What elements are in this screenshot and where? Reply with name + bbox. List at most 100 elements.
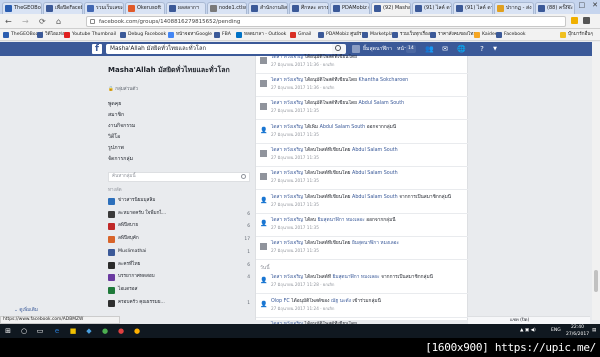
browser-tab[interactable]: Okerusoft — [125, 2, 165, 14]
task-view-icon[interactable]: ▭ — [35, 326, 45, 336]
tray-icons[interactable]: ▲ ▣ ◀) — [520, 324, 536, 338]
bookmark-item[interactable]: Youtube Thumbnail — [64, 31, 116, 39]
shortcut-item[interactable]: ลพิปีสบาย 6 — [108, 221, 250, 232]
reload-icon[interactable]: ⟳ — [39, 16, 46, 27]
edge-icon[interactable]: e — [52, 326, 62, 336]
bookmark-item[interactable]: FBA — [214, 31, 231, 39]
menu-icon[interactable] — [583, 17, 590, 24]
browser-tab[interactable]: node1.ctlsu — [207, 2, 247, 14]
actor-link[interactable]: ไดสา หวังเจริญ — [271, 55, 303, 60]
browser-tab[interactable]: ศึกหละ ดราม่า — [289, 2, 329, 14]
store-icon[interactable]: ◆ — [84, 326, 94, 336]
bookmark-item[interactable]: หน้าจอหาGoogle — [168, 31, 212, 39]
shortcut-item[interactable]: Muslimathai 1 — [108, 247, 250, 258]
actor-link[interactable]: ไดสา หวังเจริญ — [271, 275, 303, 280]
shortcut-item[interactable]: ครอบครัว คุณธรรมย... 1 — [108, 298, 250, 309]
group-title[interactable]: Masha'Allah มัสยิดทั่วไทยและทั่วโลก — [108, 66, 248, 75]
shortcut-item[interactable]: ข่าวสารนิยมมุสลิม — [108, 196, 250, 207]
shortcut-item[interactable]: ลพิปีสบุคัก 17 — [108, 234, 250, 245]
bookmark-item[interactable]: บุ๊กมาร์กอื่นๆ — [560, 31, 593, 39]
help-icon[interactable]: ? — [478, 45, 486, 53]
close-icon[interactable]: ✕ — [592, 1, 598, 12]
group-nav-item[interactable]: พูดคุย — [108, 100, 121, 108]
shortcut-item[interactable]: ละครที่ไทย 6 — [108, 260, 250, 271]
group-nav-item[interactable]: วิดีโอ — [108, 133, 120, 141]
scrollbar-thumb[interactable] — [594, 270, 598, 292]
target-link[interactable]: ยิ้มสุดนาฬิกา หมงเลอะ — [333, 275, 380, 280]
group-nav-item[interactable]: รูปภาพ — [108, 144, 124, 152]
search-icon[interactable]: ○ — [19, 326, 29, 336]
file-explorer-icon[interactable]: ■ — [68, 326, 78, 336]
browser-tab[interactable]: เพื่อปิดFacebook — [43, 2, 83, 14]
shortcut-item[interactable]: บรรยากาศทดสอบ 4 — [108, 272, 250, 283]
actor-link[interactable]: ไดสา หวังเจริญ — [271, 218, 303, 223]
app-icon[interactable]: ● — [132, 326, 142, 336]
home-icon[interactable]: ⌂ — [56, 16, 61, 27]
bookmark-item[interactable]: Gmail — [290, 31, 311, 39]
star-icon[interactable] — [571, 17, 578, 24]
facebook-search-input[interactable]: Masha'Allah มัสยิดทั่วไทยและทั่วโลก — [106, 44, 334, 54]
actor-link[interactable]: ไดสา หวังเจริญ — [271, 171, 303, 176]
app-icon[interactable]: ● — [116, 326, 126, 336]
windows-start-icon[interactable]: ⊞ — [3, 326, 13, 336]
browser-tab[interactable]: รวมเว็บเลขเด็ด — [84, 2, 124, 14]
actor-link[interactable]: ไดสา หวังเจริญ — [271, 125, 303, 130]
actor-link[interactable]: Olop FC — [271, 299, 290, 304]
bookmark-item[interactable]: หลดมาลา - Outlook — [236, 31, 286, 39]
action-center-icon[interactable]: ▤ — [592, 324, 596, 338]
browser-tab[interactable]: (91) ไลค์ ดาวน์ — [412, 2, 452, 14]
browser-tab[interactable]: TheGEOBoard — [2, 2, 42, 14]
browser-tab[interactable]: สำนักงานอิส — [248, 2, 288, 14]
tray-language[interactable]: ENG — [551, 324, 561, 338]
actor-link[interactable]: ไดสา หวังเจริญ — [271, 101, 303, 106]
target-link[interactable]: Abdul Salam South — [320, 125, 366, 130]
browser-tab[interactable]: (92) Masha — [371, 2, 411, 14]
facebook-logo-icon[interactable]: f — [92, 44, 102, 54]
group-nav-item[interactable]: สมาชิก — [108, 111, 124, 119]
forward-icon[interactable]: → — [22, 16, 29, 27]
messages-icon[interactable]: ✉ — [441, 45, 449, 53]
target-link[interactable]: Abdul Salam South — [352, 171, 398, 176]
actor-link[interactable]: ไดสา หวังเจริญ — [271, 195, 303, 200]
bookmark-item[interactable]: วิดีโอแท่งกู — [37, 31, 67, 39]
browser-tab[interactable]: ปรากฏ - ส่ง — [494, 2, 534, 14]
minimize-icon[interactable]: — — [565, 1, 572, 12]
target-link[interactable]: Abdul Salam South — [352, 195, 398, 200]
see-more-link[interactable]: ⌄ ดูเพิ่มเติม — [14, 307, 38, 314]
group-search-input[interactable]: ค้นหากลุ่มนี้ — [108, 172, 250, 182]
shortcut-item[interactable]: ไอแดรอส — [108, 285, 250, 296]
chrome-icon[interactable]: ● — [100, 326, 110, 336]
actor-link[interactable]: ไดสา หวังเจริญ — [271, 148, 303, 153]
browser-tab[interactable]: PDAMobiz ศูนย์ — [330, 2, 370, 14]
target-link[interactable]: Abdul Salam South — [352, 148, 398, 153]
browser-tab[interactable]: (91) ไลค์ ดาวน์ — [453, 2, 493, 14]
bookmark-item[interactable]: Debug Facebook — [120, 31, 166, 39]
target-link[interactable]: Khantha Sokcharoen — [358, 78, 408, 83]
avatar[interactable] — [352, 45, 360, 53]
maximize-icon[interactable]: □ — [579, 1, 586, 12]
bookmark-item[interactable]: Facebook — [496, 31, 526, 39]
back-icon[interactable]: ← — [5, 16, 12, 27]
bookmark-item[interactable]: PDAMobiz ศูนย์รวม — [318, 31, 367, 39]
browser-tab[interactable]: ผลสลากฯ — [166, 2, 206, 14]
target-link[interactable]: ยิ้มสุดนาฬิกา หมงเลอะ — [352, 241, 399, 246]
bookmark-item[interactable]: รวมเว็บทุกเรื่อง — [392, 31, 430, 39]
tray-clock[interactable]: 22:40 27/6/2017 — [566, 324, 589, 338]
bookmark-item[interactable]: ราคาสังคมของไทย — [430, 31, 476, 39]
shortcut-item[interactable]: ละหมาดครับ ใจพี่มกไ... 6 — [108, 209, 250, 220]
target-link[interactable]: Abdul Salam South — [358, 101, 404, 106]
friend-requests-icon[interactable]: 👥 — [425, 45, 434, 53]
bookmark-item[interactable]: Kaidee — [474, 31, 498, 39]
group-nav-item[interactable]: จัดการกลุ่ม — [108, 155, 133, 163]
group-nav-item[interactable]: งานกิจกรรม — [108, 122, 135, 130]
target-link[interactable]: ยิ้มสุดนาฬิกา หมงเลอะ — [318, 218, 365, 223]
page-scrollbar[interactable] — [592, 42, 600, 320]
search-button[interactable] — [332, 44, 346, 54]
actor-link[interactable]: ไดสา หวังเจริญ — [271, 241, 303, 246]
account-menu-icon[interactable]: ▼ — [491, 45, 499, 53]
address-bar[interactable]: facebook.com/groups/1408816279815652/pen… — [86, 16, 566, 27]
notifications-icon[interactable]: 🌐 — [457, 45, 466, 53]
actor-link[interactable]: ไดสา หวังเจริญ — [271, 78, 303, 83]
target-link[interactable]: ณัฐ นะดัง — [331, 299, 351, 304]
chat-bar[interactable]: แชท (ปิด) — [468, 316, 590, 324]
